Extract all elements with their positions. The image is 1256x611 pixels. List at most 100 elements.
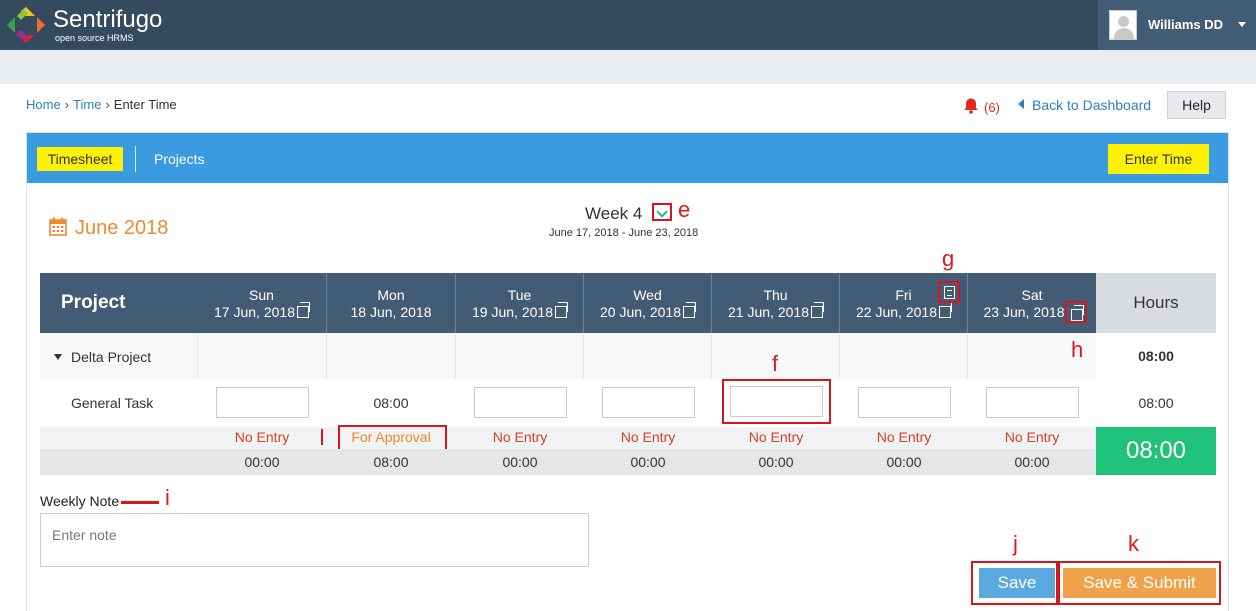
caret-down-icon[interactable]: [54, 354, 62, 360]
day-header-fri: Fri 22 Jun, 2018: [840, 273, 967, 333]
sentrifugo-logo-icon[interactable]: [4, 4, 48, 46]
day-header-sun: Sun 17 Jun, 2018: [197, 273, 326, 333]
copy-icon[interactable]: [296, 302, 310, 318]
time-input-fri[interactable]: [858, 387, 951, 418]
note-placeholder: Enter note: [52, 527, 117, 543]
day-header-mon: Mon 18 Jun, 2018: [327, 273, 455, 333]
day-date: 21 Jun, 2018: [728, 304, 809, 320]
day-date: 19 Jun, 2018: [472, 304, 553, 320]
day-date: 22 Jun, 2018: [856, 304, 937, 320]
week-title: Week 4: [585, 204, 643, 223]
status-fri: No Entry: [876, 429, 932, 445]
hours-header-label: Hours: [1133, 293, 1179, 312]
week-range: June 17, 2018 - June 23, 2018: [549, 227, 699, 239]
user-name: Williams DD: [1148, 17, 1224, 32]
time-input-thu[interactable]: [730, 386, 823, 417]
copy-icon[interactable]: [938, 302, 952, 318]
annotation-e: e: [678, 197, 691, 222]
day-total-sun: 00:00: [244, 454, 280, 470]
column-divider: [583, 333, 584, 379]
tab-timesheet[interactable]: Timesheet: [37, 147, 123, 171]
notification-count[interactable]: (6): [984, 100, 1000, 115]
day-total-fri: 00:00: [886, 454, 922, 470]
enter-time-button[interactable]: Enter Time: [1108, 144, 1209, 174]
user-menu[interactable]: Williams DD: [1098, 0, 1256, 50]
save-submit-button[interactable]: Save & Submit: [1063, 568, 1216, 598]
day-name: Sun: [249, 287, 274, 303]
annotation-i: i: [165, 485, 170, 510]
annotation-k: k: [1128, 531, 1139, 556]
day-date: 17 Jun, 2018: [214, 304, 295, 320]
tab-projects[interactable]: Projects: [154, 151, 205, 167]
breadcrumb-current: Enter Time: [113, 97, 177, 112]
brand-tagline: open source HRMS: [55, 33, 134, 43]
copy-icon[interactable]: [682, 302, 696, 318]
day-header-tue: Tue 19 Jun, 2018: [456, 273, 583, 333]
day-total-sat: 00:00: [1014, 454, 1050, 470]
copy-icon[interactable]: [1065, 301, 1087, 323]
back-to-dashboard-link[interactable]: Back to Dashboard: [1018, 97, 1151, 113]
column-divider: [711, 333, 712, 379]
column-divider: [455, 333, 456, 379]
column-divider: [326, 333, 327, 379]
copy-icon[interactable]: [810, 302, 824, 318]
task-name: General Task: [71, 395, 154, 411]
project-row[interactable]: Delta Project: [40, 333, 1096, 379]
breadcrumb-home[interactable]: Home: [26, 97, 61, 112]
column-divider: [839, 333, 840, 379]
bell-icon[interactable]: [962, 97, 980, 115]
grand-total-hours: 08:00: [1096, 427, 1216, 475]
brand-name: Sentrifugo: [53, 6, 163, 33]
copy-icon[interactable]: [554, 302, 568, 318]
day-total-mon: 08:00: [373, 454, 409, 470]
time-input-tue[interactable]: [474, 387, 567, 418]
chevron-down-icon: [656, 206, 668, 218]
week-dropdown-toggle[interactable]: [652, 203, 672, 221]
day-name: Thu: [763, 287, 788, 303]
day-name: Mon: [377, 287, 405, 303]
day-date: 18 Jun, 2018: [350, 304, 432, 320]
notes-icon[interactable]: [938, 281, 960, 303]
avatar: [1109, 10, 1137, 40]
task-row: General Task 08:00 08:00: [40, 379, 1216, 427]
annotation-j: j: [1013, 531, 1018, 556]
status-wed: No Entry: [620, 429, 676, 445]
annotation-i-underline: [121, 501, 159, 504]
project-name: Delta Project: [71, 349, 152, 365]
breadcrumb-time[interactable]: Time: [73, 97, 101, 112]
highlight-frame-l: [338, 425, 447, 451]
weekly-note-label: Weekly Note: [40, 493, 120, 509]
time-input-sat[interactable]: [986, 387, 1079, 418]
month-label[interactable]: June 2018: [49, 217, 168, 240]
day-header-wed: Wed 20 Jun, 2018: [584, 273, 711, 333]
calendar-icon: [49, 217, 67, 236]
project-header-label: Project: [61, 292, 126, 313]
annotation-g: g: [942, 246, 955, 271]
column-divider: [197, 333, 198, 379]
day-total-wed: 00:00: [630, 454, 666, 470]
status-tue: No Entry: [492, 429, 548, 445]
breadcrumb: Home › Time › Enter Time: [26, 97, 177, 112]
tab-divider: [135, 146, 136, 172]
status-sat: No Entry: [1004, 429, 1060, 445]
column-divider: [967, 333, 968, 379]
day-name: Tue: [507, 287, 532, 303]
caret-left-icon: [1018, 99, 1024, 109]
timesheet-card: Timesheet Projects Enter Time June 2018 …: [26, 132, 1229, 611]
back-to-dashboard-label: Back to Dashboard: [1032, 97, 1152, 113]
time-value-mon: 08:00: [373, 395, 409, 411]
day-total-tue: 00:00: [502, 454, 538, 470]
top-bar: Sentrifugo open source HRMS Williams DD: [0, 0, 1256, 50]
time-input-sun[interactable]: [216, 387, 309, 418]
day-header-thu: Thu 21 Jun, 2018: [712, 273, 839, 333]
month-text: June 2018: [75, 217, 169, 239]
annotation-h: h: [1071, 337, 1084, 362]
time-input-wed[interactable]: [602, 387, 695, 418]
save-button[interactable]: Save: [979, 568, 1055, 598]
help-button[interactable]: Help: [1167, 91, 1226, 119]
weekly-note-input[interactable]: Enter note: [40, 513, 589, 567]
project-column-header: Project: [40, 273, 197, 333]
caret-down-icon: [1238, 22, 1246, 27]
day-name: Wed: [633, 287, 662, 303]
annotation-l-bar: [321, 429, 323, 445]
